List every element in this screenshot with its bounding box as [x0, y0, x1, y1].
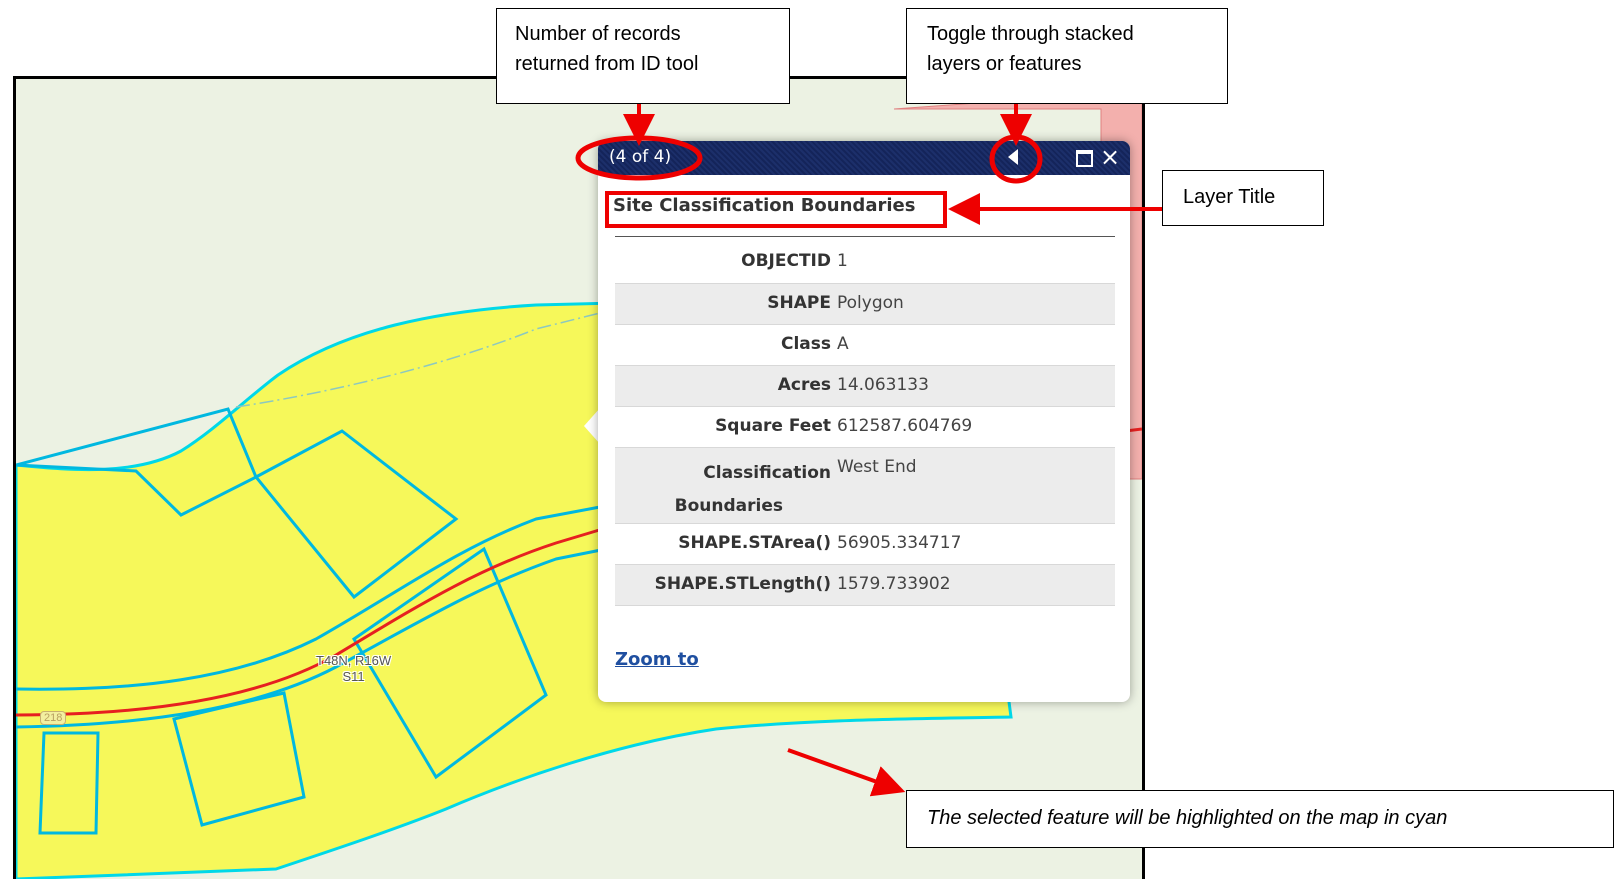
popup-header: (4 of 4) ×	[598, 141, 1130, 175]
attribute-key-line2: Boundaries	[674, 495, 783, 516]
attribute-value: 14.063133	[837, 374, 929, 395]
attribute-key: SHAPE.STLength()	[654, 573, 831, 594]
attribute-value: 56905.334717	[837, 532, 962, 553]
table-row: Class A	[615, 324, 1115, 365]
attribute-value: West End	[837, 456, 917, 477]
attribute-key-line1: Classification	[703, 462, 831, 483]
triangle-left-icon[interactable]	[1008, 149, 1018, 165]
attribute-key: OBJECTID	[741, 251, 831, 271]
callout-highlight: The selected feature will be highlighted…	[906, 790, 1614, 848]
attribute-key: Classification Boundaries	[615, 447, 837, 523]
attribute-key: SHAPE	[767, 292, 831, 313]
callout-records-count: Number of records returned from ID tool	[496, 8, 790, 104]
table-row: Square Feet 612587.604769	[615, 406, 1115, 447]
table-row: SHAPE Polygon	[615, 283, 1115, 324]
callout-toggle: Toggle through stacked layers or feature…	[906, 8, 1228, 104]
callout-records-line1: Number of records	[515, 23, 681, 45]
road-shield: 218	[40, 711, 67, 725]
layer-title: Site Classification Boundaries	[613, 195, 916, 216]
callout-records-line2: returned from ID tool	[515, 53, 699, 75]
maximize-icon[interactable]	[1076, 150, 1093, 167]
attribute-value: 1579.733902	[837, 573, 951, 594]
attribute-value: Polygon	[837, 292, 904, 313]
attribute-value: A	[837, 333, 849, 354]
section-label-line2: S11	[342, 669, 365, 684]
callout-toggle-line2: layers or features	[927, 53, 1082, 75]
record-count: (4 of 4)	[609, 147, 672, 167]
attribute-value: 1	[837, 251, 848, 271]
zoom-to-link[interactable]: Zoom to	[615, 649, 699, 670]
attribute-key: Acres	[777, 374, 831, 395]
attribute-key: SHAPE.STArea()	[678, 532, 831, 553]
table-row: SHAPE.STLength() 1579.733902	[615, 564, 1115, 605]
section-label-line1: T48N, R16W	[316, 653, 392, 668]
section-label: T48N, R16W S11	[316, 653, 391, 685]
title-divider	[615, 236, 1115, 237]
attribute-value: 612587.604769	[837, 415, 973, 436]
table-row: OBJECTID 1	[615, 242, 1115, 283]
close-icon[interactable]: ×	[1100, 143, 1120, 171]
callout-layer-title: Layer Title	[1162, 170, 1324, 226]
table-row: SHAPE.STArea() 56905.334717	[615, 523, 1115, 564]
table-row: Classification Boundaries West End	[615, 447, 1115, 523]
identify-popup: (4 of 4) × Site Classification Boundarie…	[598, 141, 1130, 702]
attribute-table: OBJECTID 1 SHAPE Polygon Class A Acres 1…	[615, 242, 1115, 606]
callout-toggle-line1: Toggle through stacked	[927, 23, 1134, 45]
attribute-key: Square Feet	[715, 415, 831, 436]
table-row: Acres 14.063133	[615, 365, 1115, 406]
attribute-key: Class	[780, 333, 831, 354]
